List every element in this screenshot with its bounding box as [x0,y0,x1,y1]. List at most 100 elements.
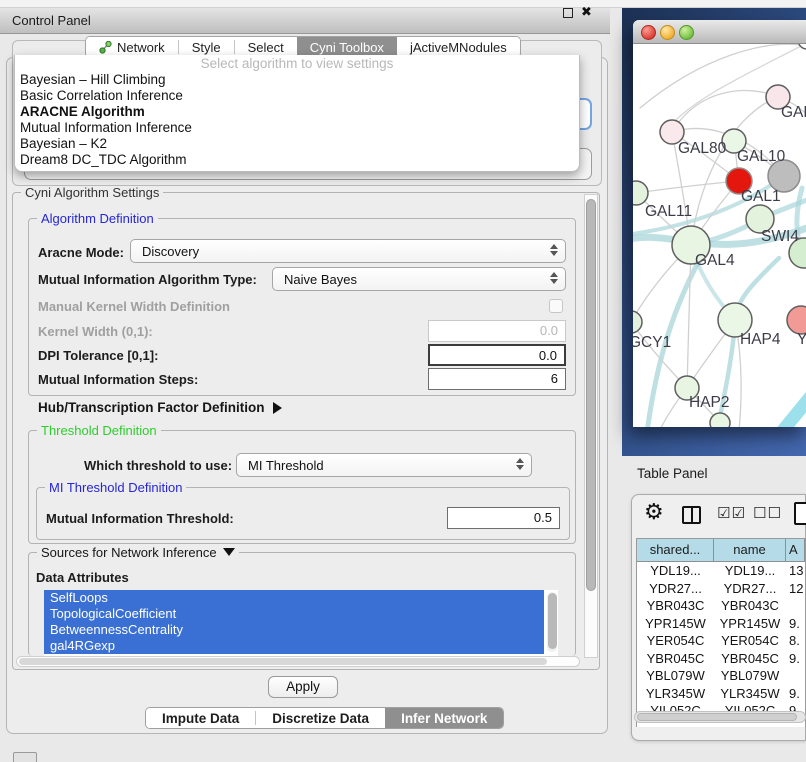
aracne-mode-value: Discovery [131,244,199,259]
data-attributes-list[interactable]: SelfLoopsTopologicalCoefficientBetweenne… [44,590,558,656]
network-node-label: GAL [781,104,806,121]
table-row[interactable]: YLR345WYLR345W9. [637,685,805,703]
algorithm-option[interactable]: Basic Correlation Inference [15,88,579,104]
table-row[interactable]: YER054CYER054C8. [637,632,805,650]
table-row[interactable]: YBR043CYBR043C [637,597,805,615]
zoom-traffic-light[interactable] [679,25,694,40]
table-cell [786,597,805,615]
dpi-tolerance-input[interactable]: 0.0 [428,344,566,366]
settings-horizontal-scrollbar[interactable] [16,656,580,667]
column-header[interactable]: A [786,539,805,561]
settings-vertical-scrollbar-thumb[interactable] [586,199,596,591]
data-attribute-item[interactable]: BetweennessCentrality [44,622,544,638]
tab-style[interactable]: Style [179,37,234,57]
network-canvas[interactable]: GALGAL80GAL10GAL1GAL11SWI4GAL4GCY1HAP4YH… [633,44,806,427]
network-node-label: GAL80 [678,140,727,157]
screen: Control Panel ✖ Network Style Select Cyn… [0,0,806,762]
table-header-row: shared...nameA [637,539,805,562]
table-row[interactable]: YDR27...YDR27...12 [637,580,805,598]
table-row[interactable]: YDL19...YDL19...13 [637,562,805,580]
network-edge[interactable] [636,181,739,193]
tab-discretize-data[interactable]: Discretize Data [256,708,385,728]
select-all-columns-icon[interactable]: ☑☑ [717,504,746,522]
aracne-mode-select[interactable]: Discovery [130,239,566,263]
tab-jactivemnodules[interactable]: jActiveMNodules [397,37,520,57]
which-threshold-value: MI Threshold [237,458,324,473]
tab-infer-network[interactable]: Infer Network [385,708,503,728]
close-icon[interactable]: ✖ [581,4,592,20]
table-horizontal-scrollbar[interactable] [634,711,806,723]
network-window-titlebar[interactable] [633,20,806,44]
tab-network[interactable]: Network [86,37,178,57]
data-attribute-item[interactable]: gal4RGexp [44,638,544,654]
table-cell: YDR27... [714,580,786,598]
network-edge[interactable] [687,245,691,388]
aracne-mode-label: Aracne Mode: [38,245,124,260]
sources-expander[interactable]: Sources for Network Inference [37,545,239,560]
split-columns-icon[interactable] [682,506,701,524]
network-edge[interactable] [672,90,778,132]
dpi-tolerance-label: DPI Tolerance [0,1]: [38,348,158,363]
tab-label: jActiveMNodules [410,40,507,55]
table-row[interactable]: YBR045CYBR045C9. [637,650,805,668]
kernel-width-input[interactable]: 0.0 [428,320,566,342]
tab-select[interactable]: Select [235,37,297,57]
close-traffic-light[interactable] [641,25,656,40]
network-node[interactable] [633,311,642,333]
gear-icon[interactable]: ⚙ [644,500,664,525]
list-scrollbar-thumb[interactable] [548,593,557,649]
table-cell: YER054C [714,632,786,650]
network-node[interactable] [710,413,730,427]
table-cell: YER054C [637,632,714,650]
network-node-label: GAL11 [645,203,692,220]
data-attribute-item[interactable]: SelfLoops [44,590,544,606]
network-edge[interactable] [756,390,806,427]
minimize-traffic-light[interactable] [660,25,675,40]
deselect-all-columns-icon[interactable]: ☐☐ [753,504,782,522]
network-node[interactable] [787,306,806,334]
table-horizontal-scrollbar-thumb[interactable] [637,713,797,721]
mi-algorithm-type-select[interactable]: Naive Bayes [272,267,566,291]
network-node-label: Y [797,331,806,348]
table-row[interactable]: YPR145WYPR145W9. [637,615,805,633]
manual-kernel-width-checkbox[interactable] [549,299,563,313]
algorithm-option[interactable]: Bayesian – Hill Climbing [15,72,579,88]
algorithm-dropdown: Select algorithm to view settings Bayesi… [14,55,580,172]
apply-button[interactable]: Apply [268,676,338,698]
hub-transcription-factor-expander[interactable]: Hub/Transcription Factor Definition [38,400,282,415]
mi-steps-value: 6 [551,371,558,386]
settings-horizontal-scrollbar-thumb[interactable] [19,658,547,665]
table-cell: YDL19... [714,562,786,580]
table-row[interactable]: YBL079WYBL079W [637,667,805,685]
export-table-icon[interactable] [794,502,806,525]
network-node-label: GCY1 [633,334,671,351]
minimized-panel-chip[interactable] [13,752,37,762]
kernel-width-label: Kernel Width (0,1): [38,324,153,339]
network-view-window[interactable]: GALGAL80GAL10GAL1GAL11SWI4GAL4GCY1HAP4YH… [633,20,806,427]
column-header[interactable]: shared... [637,539,714,561]
tab-label: Network [117,40,165,55]
stepper-icon [550,244,558,256]
settings-group-title: Cyni Algorithm Settings [21,185,163,200]
tab-cyni-toolbox[interactable]: Cyni Toolbox [297,37,397,57]
table-cell: YBR043C [637,597,714,615]
algorithm-option[interactable]: Mutual Information Inference [15,120,579,136]
mi-threshold-input[interactable]: 0.5 [447,507,560,529]
algorithm-option[interactable]: Dream8 DC_TDC Algorithm [15,152,579,168]
table-cell: YLR345W [637,685,714,703]
settings-vertical-scrollbar[interactable] [584,194,598,658]
control-panel-title: Control Panel [12,13,91,28]
data-attribute-item[interactable]: TopologicalCoefficient [44,606,544,622]
network-node-label: SWI4 [761,228,799,245]
which-threshold-select[interactable]: MI Threshold [236,453,532,477]
algorithm-option[interactable]: Bayesian – K2 [15,136,579,152]
column-header[interactable]: name [714,539,786,561]
tab-impute-data[interactable]: Impute Data [146,708,255,728]
algorithm-dropdown-placeholder: Select algorithm to view settings [15,55,579,72]
mi-steps-input[interactable]: 6 [428,368,566,390]
algorithm-option[interactable]: ARACNE Algorithm [15,104,579,120]
list-scrollbar[interactable] [547,592,557,652]
float-window-icon[interactable] [563,8,573,18]
expand-down-icon [223,548,235,556]
table-cell: YPR145W [637,615,714,633]
